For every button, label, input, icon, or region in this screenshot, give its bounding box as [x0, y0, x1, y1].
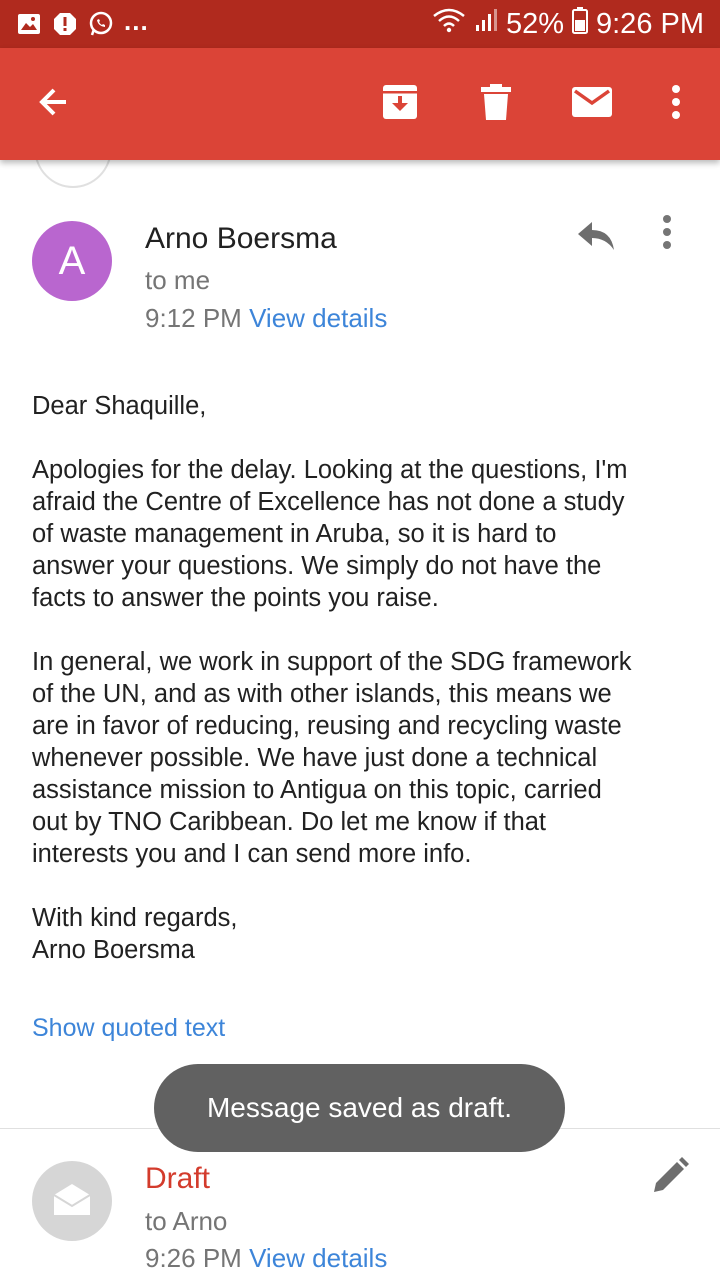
show-quoted-text-link[interactable]: Show quoted text — [32, 1014, 225, 1043]
more-vert-icon — [662, 215, 672, 254]
sender-name: Arno Boersma — [145, 222, 337, 255]
more-vert-icon — [671, 84, 681, 125]
archive-icon — [381, 83, 419, 126]
app-bar — [0, 48, 720, 160]
avatar-letter: A — [58, 238, 86, 283]
reply-button[interactable] — [576, 218, 626, 262]
draft-envelope-icon — [52, 1181, 92, 1222]
clock: 9:26 PM — [596, 7, 704, 40]
draft-avatar[interactable] — [32, 1161, 112, 1241]
sender-avatar[interactable]: A — [32, 221, 112, 301]
signal-icon — [474, 7, 498, 41]
view-details-link[interactable]: View details — [249, 303, 387, 333]
message-time: 9:12 PM — [145, 303, 242, 333]
message-time-line: 9:12 PM View details — [145, 303, 387, 334]
body-paragraph: Dear Shaquille, — [32, 392, 207, 420]
draft-view-details-link[interactable]: View details — [249, 1243, 387, 1273]
delete-button[interactable] — [468, 76, 524, 132]
battery-percent: 52% — [505, 7, 564, 40]
toast-text: Message saved as draft. — [206, 1092, 513, 1123]
battery-icon — [572, 6, 588, 42]
back-arrow-icon — [36, 84, 72, 125]
draft-time-line: 9:26 PM View details — [145, 1243, 387, 1274]
message-more-button[interactable] — [662, 214, 698, 258]
recipient-line: to me — [145, 265, 211, 295]
pencil-icon — [650, 1157, 690, 1200]
body-paragraph: With kind regards, Arno Boersma — [32, 904, 238, 964]
delete-icon — [481, 83, 511, 126]
back-button[interactable] — [26, 76, 82, 132]
whatsapp-icon — [88, 11, 114, 37]
reply-icon — [576, 222, 616, 258]
status-bar: ... 52% 9:26 PM — [0, 0, 720, 48]
notification-overflow: ... — [124, 5, 149, 36]
draft-recipient: to Arno — [145, 1206, 228, 1236]
body-paragraph: Apologies for the delay. Looking at the … — [32, 456, 628, 612]
toast-message: Message saved as draft. — [154, 1064, 565, 1152]
mark-unread-icon — [571, 86, 613, 123]
gallery-icon — [16, 11, 42, 37]
more-options-button[interactable] — [648, 76, 704, 132]
message-body: Dear Shaquille, Apologies for the delay.… — [32, 390, 692, 998]
wifi-icon — [432, 7, 466, 41]
edit-draft-button[interactable] — [650, 1156, 694, 1200]
alert-icon — [52, 11, 78, 37]
archive-button[interactable] — [372, 76, 428, 132]
draft-time: 9:26 PM — [145, 1243, 242, 1273]
body-paragraph: In general, we work in support of the SD… — [32, 648, 632, 868]
draft-label: Draft — [145, 1162, 211, 1195]
mark-unread-button[interactable] — [564, 76, 620, 132]
